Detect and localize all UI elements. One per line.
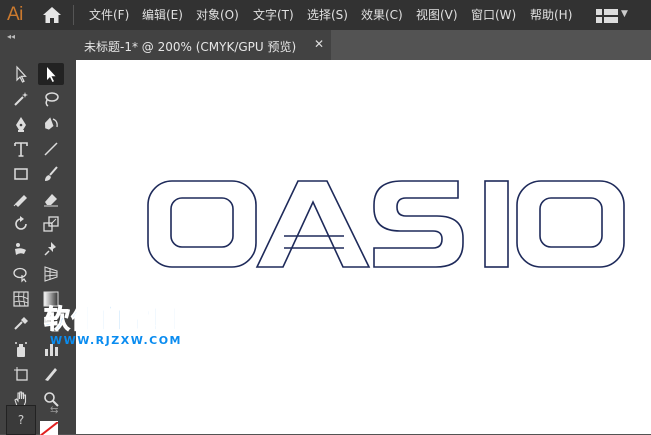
direct-selection-icon[interactable] [38,63,64,85]
line-segment-icon[interactable] [38,138,64,160]
close-icon[interactable]: ✕ [314,37,324,51]
menu-object[interactable]: 对象(O) [196,7,239,23]
letter-a-outer [255,180,371,268]
selection-icon[interactable] [8,63,34,85]
stroke-none-swatch[interactable] [40,421,58,435]
letter-i [484,180,509,268]
document-tab[interactable]: 未标题-1* @ 200% (CMYK/GPU 预览) ✕ [76,30,331,60]
menu-edit[interactable]: 编辑(E) [142,7,183,23]
oasio-outline-artwork[interactable] [76,60,651,434]
lasso-icon[interactable] [38,88,64,110]
scale-icon[interactable] [38,213,64,235]
swap-colors-icon[interactable]: ⇆ [50,405,64,417]
letter-s [373,180,464,268]
menu-separator [73,5,74,25]
menu-file[interactable]: 文件(F) [89,7,129,23]
help-icon[interactable]: ? [6,405,36,435]
shape-builder-icon[interactable] [8,263,34,285]
perspective-grid-icon[interactable] [38,263,64,285]
watermark-url: WWW.RJZXW.COM [50,334,182,347]
menu-window[interactable]: 窗口(W) [471,7,516,23]
type-icon[interactable] [8,138,34,160]
shaper-icon[interactable] [8,188,34,210]
document-tab-label: 未标题-1* @ 200% (CMYK/GPU 预览) [84,40,297,54]
menu-help[interactable]: 帮助(H) [530,7,572,23]
menu-bar: Ai 文件(F) 编辑(E) 对象(O) 文字(T) 选择(S) 效果(C) 视… [0,0,651,30]
eyedropper-icon[interactable] [8,313,34,335]
pen-icon[interactable] [8,113,34,135]
symbol-sprayer-icon[interactable] [8,338,34,360]
chevron-down-icon[interactable]: ▼ [621,9,628,19]
magic-wand-icon[interactable] [8,88,34,110]
document-tab-bar: 未标题-1* @ 200% (CMYK/GPU 预览) ✕ [76,30,651,60]
letter-o2-inner [539,197,603,248]
eraser-icon[interactable] [38,188,64,210]
pin-icon[interactable] [38,238,64,260]
watermark-title: 软件自学网 [44,305,180,336]
menu-type[interactable]: 文字(T) [253,7,294,23]
mesh-icon[interactable] [8,288,34,310]
menu-view[interactable]: 视图(V) [416,7,458,23]
app-logo: Ai [7,4,23,25]
artboard-icon[interactable] [8,363,34,385]
workspace-layout-icon[interactable] [596,8,618,23]
curvature-icon[interactable] [38,113,64,135]
collapse-panel-icon[interactable]: ◂◂ [7,32,15,41]
menu-effect[interactable]: 效果(C) [361,7,403,23]
watermark: 软件自学网 WWW.RJZXW.COM [44,305,182,347]
home-icon[interactable] [42,6,62,24]
puppet-warp-icon[interactable] [8,238,34,260]
letter-o2-outer [516,180,625,268]
artboard-canvas[interactable] [76,60,651,434]
help-glyph: ? [17,413,25,427]
letter-o-outer [147,180,257,268]
rotate-icon[interactable] [8,213,34,235]
menu-select[interactable]: 选择(S) [307,7,348,23]
letter-o-inner [170,197,234,248]
rectangle-icon[interactable] [8,163,34,185]
slice-icon[interactable] [38,363,64,385]
paintbrush-icon[interactable] [38,163,64,185]
